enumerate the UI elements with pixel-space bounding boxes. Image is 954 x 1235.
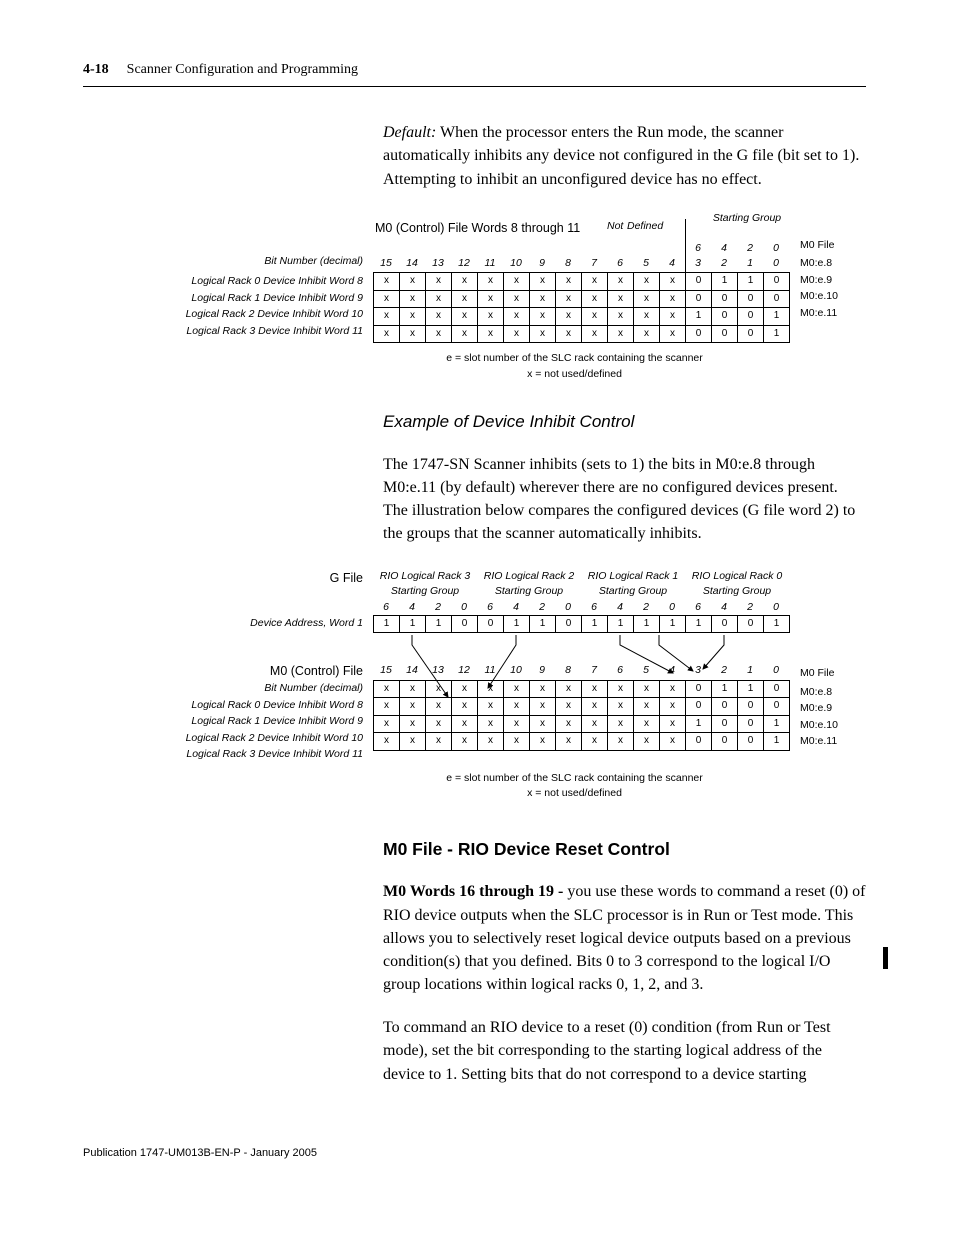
m0-addr: M0:e.8 xyxy=(800,255,855,272)
row-label: Logical Rack 0 Device Inhibit Word 8 xyxy=(83,697,363,714)
running-header: 4-18 Scanner Configuration and Programmi… xyxy=(83,60,866,80)
figure-1-table: xxxxxxxxxxxx0110xxxxxxxxxxxx0000xxxxxxxx… xyxy=(373,272,790,343)
bit-number-label: Bit Number (decimal) xyxy=(83,680,363,697)
row-label: Logical Rack 2 Device Inhibit Word 10 xyxy=(83,306,363,323)
footer-pub: Publication 1747-UM013B-EN-P - January 2… xyxy=(83,1146,866,1162)
row-label: Logical Rack 3 Device Inhibit Word 11 xyxy=(83,323,363,340)
legend-e: e = slot number of the SLC rack containi… xyxy=(283,771,866,786)
gfile-label: G File xyxy=(83,569,363,587)
sec2-p1: M0 Words 16 through 19 - you use these w… xyxy=(383,880,866,996)
legend-x: x = not used/defined xyxy=(283,786,866,801)
sec2-label: M0 Words 16 through 19 - xyxy=(383,883,567,900)
row-label: Logical Rack 1 Device Inhibit Word 9 xyxy=(83,713,363,730)
starting-group-label: Starting Group xyxy=(705,211,789,226)
m0-addr: M0:e.11 xyxy=(800,733,855,750)
m0ctrl-label: M0 (Control) File xyxy=(83,662,363,680)
row-label: Logical Rack 0 Device Inhibit Word 8 xyxy=(83,273,363,290)
header-rule xyxy=(83,86,866,87)
intro-text: When the processor enters the Run mode, … xyxy=(383,124,859,187)
example-heading: Example of Device Inhibit Control xyxy=(383,410,866,435)
page-number: 4-18 xyxy=(83,60,109,80)
m0-addr: M0:e.9 xyxy=(800,272,855,289)
figure-2: G File Device Address, Word 1 M0 (Contro… xyxy=(83,569,866,762)
m0-file-label: M0 File xyxy=(800,665,855,682)
row-label: Logical Rack 3 Device Inhibit Word 11 xyxy=(83,746,363,763)
example-text: The 1747-SN Scanner inhibits (sets to 1)… xyxy=(383,453,866,546)
change-bar-icon xyxy=(883,947,888,969)
row-label: Logical Rack 1 Device Inhibit Word 9 xyxy=(83,290,363,307)
m0-addr: M0:e.9 xyxy=(800,700,855,717)
sec2-p2: To command an RIO device to a reset (0) … xyxy=(383,1016,866,1086)
legend-e: e = slot number of the SLC rack containi… xyxy=(283,351,866,366)
section-heading: M0 File - RIO Device Reset Control xyxy=(383,837,866,862)
m0-addr: M0:e.10 xyxy=(800,717,855,734)
dev-addr-label: Device Address, Word 1 xyxy=(83,615,363,632)
m0-addr: M0:e.10 xyxy=(800,288,855,305)
figure-1: Bit Number (decimal) Logical Rack 0 Devi… xyxy=(83,219,866,344)
arrows-icon xyxy=(373,633,803,733)
legend-x: x = not used/defined xyxy=(283,367,866,382)
default-label: Default: xyxy=(383,124,436,141)
m0-addr: M0:e.8 xyxy=(800,684,855,701)
gfile-table: 1110011011111001 xyxy=(373,615,790,634)
row-label: Logical Rack 2 Device Inhibit Word 10 xyxy=(83,730,363,747)
bit-number-label: Bit Number (decimal) xyxy=(83,253,363,270)
defined-label: Defined xyxy=(627,219,663,234)
m0-file-label: M0 File xyxy=(800,237,855,254)
m0-addr: M0:e.11 xyxy=(800,305,855,322)
chapter-title: Scanner Configuration and Programming xyxy=(127,60,358,80)
intro-para: Default: When the processor enters the R… xyxy=(383,121,866,191)
not-label: Not xyxy=(607,219,623,234)
